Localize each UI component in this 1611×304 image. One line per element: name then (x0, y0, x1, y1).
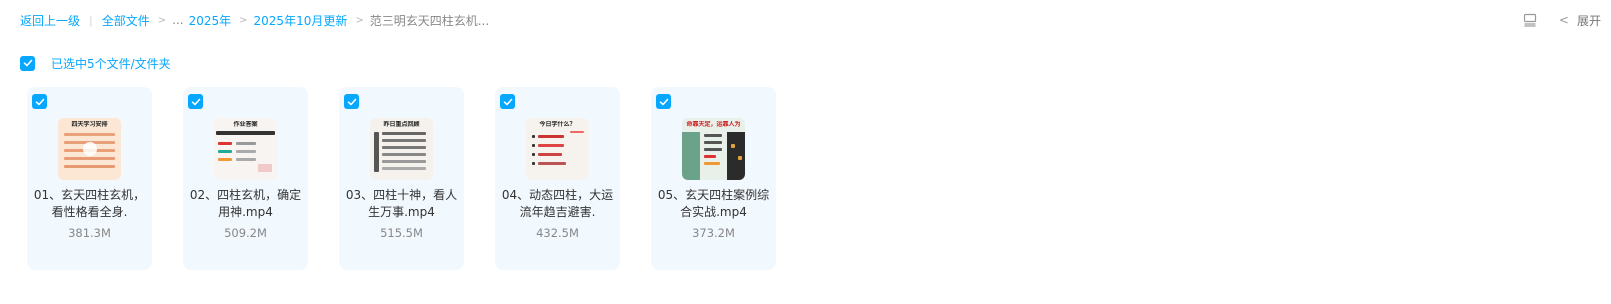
chevron-right-icon: > (355, 14, 364, 26)
file-size: 381.3M (68, 226, 111, 240)
file-card[interactable]: 今日学什么？ 04、动态四柱，大运流年趋吉避害. 432.5M (495, 87, 620, 270)
file-checkbox[interactable] (32, 94, 47, 109)
list-view-icon[interactable] (1523, 13, 1537, 27)
breadcrumb: 返回上一级 | 全部文件 > ... 2025年 > 2025年10月更新 > … (20, 11, 489, 29)
selection-summary: 已选中5个文件/文件夹 (51, 56, 171, 71)
file-card[interactable]: 作业答案 02、四柱玄机，确定用神.mp4 509.2M (183, 87, 308, 270)
video-thumbnail: 作业答案 (214, 118, 277, 180)
file-checkbox[interactable] (344, 94, 359, 109)
file-name: 04、动态四柱，大运流年趋吉避害. (501, 188, 614, 219)
file-checkbox[interactable] (656, 94, 671, 109)
chevron-right-icon: > (239, 14, 248, 26)
video-thumbnail: 昨日重点回顾 (370, 118, 433, 180)
file-card[interactable]: 四天学习安排 01、玄天四柱玄机，看性格看全身. 381.3M (27, 87, 152, 270)
file-name: 01、玄天四柱玄机，看性格看全身. (33, 188, 146, 219)
breadcrumb-level-2025[interactable]: 2025年 (189, 12, 232, 29)
breadcrumb-ellipsis[interactable]: ... (172, 13, 183, 27)
file-checkbox[interactable] (188, 94, 203, 109)
video-thumbnail: 四天学习安排 (58, 118, 121, 180)
thumbnail-title: 四天学习安排 (71, 121, 108, 128)
thumbnail-title: 今日学什么？ (539, 121, 576, 128)
file-grid: 四天学习安排 01、玄天四柱玄机，看性格看全身. 381.3M 作业答案 02、… (27, 87, 807, 270)
chevron-left-icon: < (1558, 13, 1569, 27)
file-name: 03、四柱十神，看人生万事.mp4 (345, 188, 458, 219)
file-size: 509.2M (224, 226, 267, 240)
file-size: 373.2M (692, 226, 735, 240)
breadcrumb-level-oct-update[interactable]: 2025年10月更新 (254, 12, 348, 29)
expand-label: 展开 (1576, 13, 1601, 28)
thumbnail-title: 作业答案 (233, 121, 258, 128)
file-name: 05、玄天四柱案例综合实战.mp4 (657, 188, 770, 219)
select-all-checkbox[interactable] (20, 55, 35, 71)
video-thumbnail: 今日学什么？ (526, 118, 589, 180)
file-size: 515.5M (380, 226, 423, 240)
thumbnail-title: 昨日重点回顾 (383, 121, 420, 128)
back-link[interactable]: 返回上一级 (20, 12, 80, 29)
breadcrumb-divider: | (89, 13, 93, 27)
top-right-toolbar: < 展开 (1523, 10, 1601, 30)
file-size: 432.5M (536, 226, 579, 240)
file-card[interactable]: 昨日重点回顾 03、四柱十神，看人生万事.mp4 515.5M (339, 87, 464, 270)
video-thumbnail: 命靠天定，运靠人为 (682, 118, 745, 180)
file-card[interactable]: 命靠天定，运靠人为 05、玄天四柱案例综合实战.mp4 373.2M (651, 87, 776, 270)
breadcrumb-all-files[interactable]: 全部文件 (102, 12, 150, 29)
breadcrumb-current: 范三明玄天四柱玄机... (369, 13, 490, 28)
chevron-right-icon: > (157, 14, 167, 26)
file-name: 02、四柱玄机，确定用神.mp4 (189, 188, 302, 219)
expand-button[interactable]: < 展开 (1559, 12, 1601, 29)
thumbnail-title: 命靠天定，运靠人为 (686, 121, 741, 128)
file-checkbox[interactable] (500, 94, 515, 109)
selection-row: 已选中5个文件/文件夹 (20, 55, 171, 71)
